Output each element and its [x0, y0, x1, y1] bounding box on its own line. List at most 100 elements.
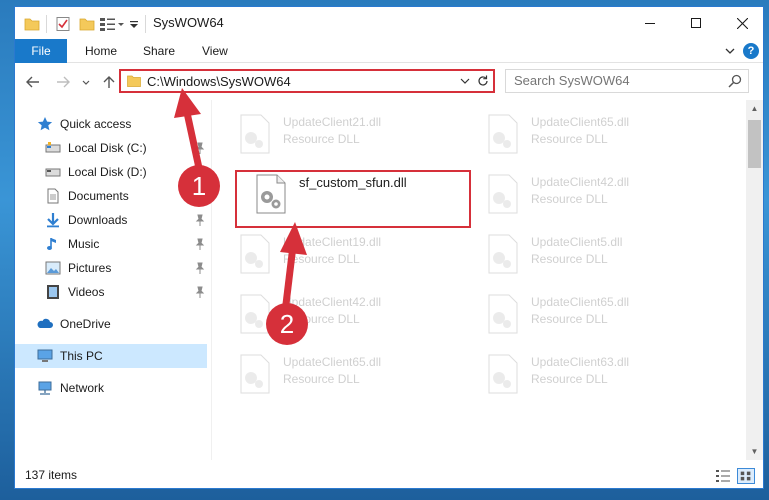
explorer-window: SysWOW64 File Home Share View ? C:\Windo…: [14, 6, 764, 489]
tab-share[interactable]: Share: [143, 44, 175, 58]
sidebar-item-downloads[interactable]: Downloads: [15, 208, 207, 232]
search-icon[interactable]: [728, 74, 742, 88]
new-folder-icon[interactable]: [79, 16, 95, 32]
file-tile[interactable]: UpdateClient21.dll Resource DLL: [221, 106, 459, 160]
sidebar-item-local-disk-c[interactable]: Local Disk (C:): [15, 136, 207, 160]
close-button[interactable]: [719, 7, 763, 39]
documents-icon: [47, 188, 59, 204]
folder-icon[interactable]: [24, 16, 40, 32]
sidebar-item-videos[interactable]: Videos: [15, 280, 207, 304]
file-tile[interactable]: UpdateClient42.dll Resource DLL: [469, 166, 707, 220]
network-icon: [38, 381, 52, 395]
sidebar-item-label: This PC: [60, 349, 103, 363]
step-2-badge: 2: [266, 303, 308, 345]
dll-file-icon: [488, 174, 518, 214]
dll-file-icon: [488, 354, 518, 394]
customize-toolbar-icon[interactable]: [129, 16, 139, 32]
file-type: Resource DLL: [283, 372, 360, 386]
scroll-down-arrow-icon[interactable]: ▼: [746, 443, 763, 460]
help-icon[interactable]: ?: [743, 43, 759, 59]
star-icon: [37, 117, 53, 131]
pin-icon: [195, 262, 205, 274]
pane-divider: [211, 100, 212, 460]
sidebar-item-label: Documents: [68, 189, 129, 203]
sidebar-item-network[interactable]: Network: [15, 376, 207, 400]
drive-icon: [45, 142, 61, 153]
back-arrow-icon[interactable]: [25, 74, 41, 90]
pin-icon: [195, 214, 205, 226]
file-tile[interactable]: UpdateClient19.dll Resource DLL: [221, 226, 459, 280]
sidebar-item-label: Music: [68, 237, 100, 251]
file-type: Resource DLL: [531, 192, 608, 206]
up-arrow-icon[interactable]: [101, 74, 117, 90]
file-type: Resource DLL: [531, 132, 608, 146]
item-count: 137 items: [25, 468, 78, 482]
download-icon: [47, 213, 59, 228]
properties-icon[interactable]: [55, 16, 71, 32]
dll-file-icon: [488, 294, 518, 334]
refresh-icon: [478, 75, 488, 86]
scroll-up-arrow-icon[interactable]: ▲: [746, 100, 763, 117]
step-1-badge: 1: [178, 165, 220, 207]
file-name: UpdateClient21.dll: [283, 115, 382, 129]
details-view-icon[interactable]: [715, 469, 731, 483]
maximize-icon: [691, 18, 701, 28]
pictures-icon: [45, 261, 61, 275]
drive-icon: [45, 168, 61, 177]
minimize-button[interactable]: [627, 7, 673, 39]
title-bar: SysWOW64: [15, 7, 763, 39]
tab-view[interactable]: View: [202, 44, 228, 58]
tab-file[interactable]: File: [15, 39, 67, 63]
vertical-scrollbar[interactable]: ▲ ▼: [746, 100, 763, 460]
file-name: UpdateClient65.dll: [283, 355, 382, 369]
file-name: UpdateClient5.dll: [531, 235, 623, 249]
folder-icon: [127, 75, 141, 87]
title-separator: [145, 15, 146, 33]
recent-locations-icon[interactable]: [81, 74, 91, 90]
address-bar[interactable]: C:\Windows\SysWOW64: [119, 69, 495, 93]
sidebar-item-this-pc[interactable]: This PC: [15, 344, 207, 368]
file-tile[interactable]: UpdateClient5.dll Resource DLL: [469, 226, 707, 280]
file-tile[interactable]: UpdateClient65.dll Resource DLL: [221, 346, 459, 400]
sidebar-item-label: Local Disk (C:): [68, 141, 147, 155]
file-tile[interactable]: UpdateClient65.dll Resource DLL: [469, 286, 707, 340]
status-bar: 137 items: [15, 462, 763, 488]
navigation-pane: Quick access Local Disk (C:) Local Disk …: [15, 100, 211, 460]
file-tile[interactable]: UpdateClient63.dll Resource DLL: [469, 346, 707, 400]
scrollbar-thumb[interactable]: [748, 120, 761, 168]
sidebar-item-onedrive[interactable]: OneDrive: [15, 312, 207, 336]
address-path[interactable]: C:\Windows\SysWOW64: [147, 74, 291, 89]
dll-file-icon: [240, 234, 270, 274]
sidebar-item-pictures[interactable]: Pictures: [15, 256, 207, 280]
pin-icon: [195, 238, 205, 250]
sidebar-item-music[interactable]: Music: [15, 232, 207, 256]
file-tile[interactable]: UpdateClient42.dll Resource DLL: [221, 286, 459, 340]
sidebar-item-quick-access[interactable]: Quick access: [15, 112, 207, 136]
forward-arrow-icon[interactable]: [55, 74, 71, 90]
dll-file-icon: [488, 234, 518, 274]
search-box[interactable]: [505, 69, 749, 93]
file-name: UpdateClient65.dll: [531, 115, 630, 129]
file-highlight-box: [235, 170, 471, 228]
music-icon: [47, 238, 56, 250]
search-input[interactable]: [514, 73, 714, 88]
sidebar-item-label: Network: [60, 381, 105, 395]
tab-home[interactable]: Home: [85, 44, 117, 58]
tiles-view-icon[interactable]: [737, 468, 755, 484]
file-type: Resource DLL: [531, 372, 608, 386]
navigation-bar: C:\Windows\SysWOW64: [15, 64, 763, 100]
cloud-icon: [37, 318, 53, 328]
maximize-button[interactable]: [673, 7, 719, 39]
file-name: UpdateClient65.dll: [531, 295, 630, 309]
chevron-down-icon[interactable]: [723, 44, 737, 58]
sidebar-item-label: Videos: [68, 285, 105, 299]
file-type: Resource DLL: [531, 312, 608, 326]
views-dropdown-icon[interactable]: [99, 16, 125, 32]
file-type: Resource DLL: [283, 252, 360, 266]
pin-icon: [195, 286, 205, 298]
minimize-icon: [645, 23, 655, 24]
pin-icon: [195, 142, 205, 154]
file-tile[interactable]: UpdateClient65.dll Resource DLL: [469, 106, 707, 160]
refresh-button[interactable]: [473, 69, 495, 93]
chevron-down-icon[interactable]: [459, 75, 471, 87]
